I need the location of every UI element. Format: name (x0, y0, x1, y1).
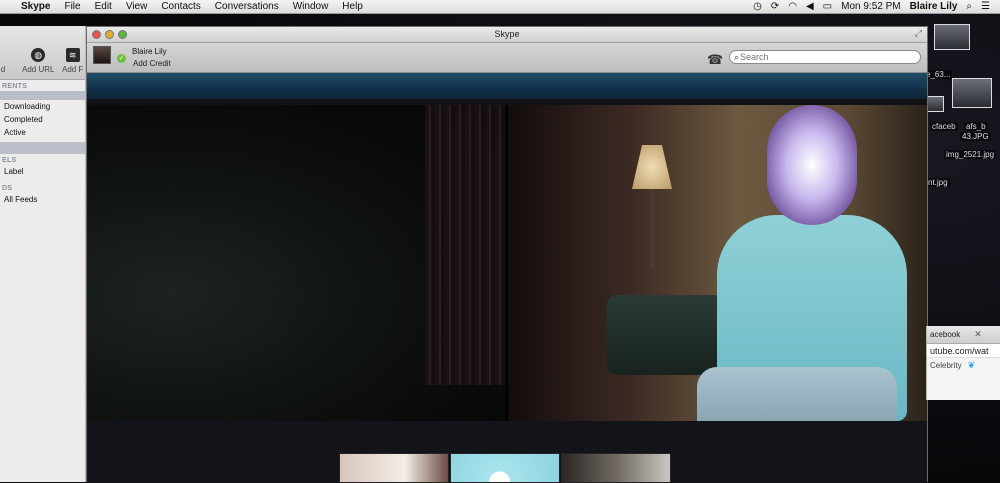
sidebar-item-inactive[interactable] (0, 142, 85, 154)
add-credit-link[interactable]: Add Credit (133, 59, 171, 68)
volume-icon[interactable]: ◀ (806, 1, 814, 12)
search-input[interactable] (740, 52, 911, 62)
window-title: Skype (494, 29, 520, 39)
video-curtain (425, 105, 505, 385)
list-icon[interactable]: ☰ (981, 1, 990, 12)
menu-bar: Skype File Edit View Contacts Conversati… (0, 0, 1000, 14)
battery-icon[interactable]: ▭ (823, 1, 832, 12)
desktop-file-7[interactable]: 43.JPG (960, 132, 991, 141)
menu-contacts[interactable]: Contacts (154, 1, 207, 12)
file-thumbnail (926, 96, 944, 112)
search-icon: ⌕ (734, 51, 740, 62)
desktop-file-6[interactable]: afs_b (964, 122, 988, 131)
dial-pad-icon[interactable]: ☎ (707, 52, 723, 68)
menu-window[interactable]: Window (286, 1, 336, 12)
participant-thumbnail-2[interactable] (450, 453, 560, 483)
spotlight-icon[interactable]: ⌕ (966, 1, 972, 12)
online-status-icon[interactable]: ✓ (117, 54, 126, 63)
section-labels: ELS (2, 157, 17, 164)
bookmark-celebrity[interactable]: Celebrity (930, 361, 962, 370)
desktop-file-3[interactable] (952, 78, 992, 108)
sidebar-item-active[interactable]: Active (0, 126, 85, 139)
skype-titlebar[interactable]: Skype ⤢ (87, 27, 927, 43)
section-feeds: DS (2, 185, 13, 192)
video-lamp-stand (650, 189, 654, 269)
menu-help[interactable]: Help (335, 1, 370, 12)
add-url-label: Add URL (22, 65, 55, 74)
video-divider (506, 105, 508, 421)
add-torrent-label: d (0, 65, 6, 74)
video-person-head (767, 105, 857, 225)
participant-thumbnail-3[interactable] (561, 453, 671, 483)
call-header-bar (87, 73, 927, 99)
sidebar-item-all-feeds[interactable]: All Feeds (0, 193, 85, 206)
participant-strip (87, 421, 927, 483)
menu-extras: ◷ ⟳ ◠ ◀ ▭ Mon 9:52 PM Blaire Lily ⌕ ☰ (753, 1, 1000, 12)
menu-app-skype[interactable]: Skype (14, 1, 57, 12)
sidebar-item-all[interactable] (0, 91, 85, 100)
close-tab-icon[interactable]: ✕ (974, 329, 982, 340)
wifi-icon[interactable]: ◠ (788, 1, 797, 12)
torrent-window: d ◍ Add URL ≋ Add F RENTS Downloading Co… (0, 26, 86, 482)
skype-window: Skype ⤢ ✓ Blaire Lily Add Credit ☎ ⌕ (86, 26, 928, 483)
menu-edit[interactable]: Edit (88, 1, 119, 12)
browser-tab[interactable]: acebook ✕ (927, 326, 1000, 344)
add-torrent-button[interactable]: d (0, 48, 10, 74)
file-thumbnail (952, 78, 992, 108)
sidebar-item-downloading[interactable]: Downloading (0, 100, 85, 113)
file-label: afs_b (964, 122, 988, 131)
sidebar-item-label[interactable]: Label (0, 165, 85, 178)
sidebar-item-completed[interactable]: Completed (0, 113, 85, 126)
torrent-toolbar: d ◍ Add URL ≋ Add F (0, 26, 85, 80)
menu-file[interactable]: File (57, 1, 87, 12)
desktop-file-2[interactable]: e_63... (924, 70, 953, 79)
rss-icon: ≋ (65, 48, 80, 62)
participant-thumbnail-1[interactable] (339, 453, 449, 483)
video-call-area[interactable] (87, 105, 927, 421)
menu-conversations[interactable]: Conversations (208, 1, 286, 12)
desktop-file-8[interactable]: img_2521.jpg (944, 150, 997, 159)
menubar-user-name[interactable]: Blaire Lily (910, 1, 958, 12)
desktop-file-4[interactable] (926, 96, 944, 112)
file-thumbnail (934, 24, 970, 50)
bookmark-row[interactable]: Celebrity ❦ (927, 358, 1000, 372)
browser-window: acebook ✕ utube.com/wat Celebrity ❦ (926, 326, 1000, 400)
add-feed-button[interactable]: ≋ Add F (62, 48, 83, 74)
desktop-file-9[interactable]: nt.jpg (926, 178, 950, 187)
avatar[interactable] (93, 46, 111, 64)
desktop-file-5[interactable]: cfaceb (930, 122, 958, 131)
file-label: img_2521.jpg (944, 150, 997, 159)
file-label: e_63... (924, 70, 953, 79)
file-label: cfaceb (930, 122, 958, 131)
search-box[interactable]: ⌕ (729, 50, 921, 64)
fullscreen-icon[interactable]: ⤢ (915, 28, 922, 39)
file-label: nt.jpg (926, 178, 950, 187)
file-label: 43.JPG (960, 132, 991, 141)
user-name[interactable]: Blaire Lily (132, 47, 167, 56)
sync-icon[interactable]: ⟳ (771, 1, 779, 12)
globe-icon: ◍ (31, 48, 46, 62)
browser-tab-title: acebook (930, 330, 961, 339)
clock[interactable]: Mon 9:52 PM (841, 1, 900, 12)
desktop-file-1[interactable] (934, 24, 970, 50)
address-bar[interactable]: utube.com/wat (927, 344, 1000, 358)
time-machine-icon[interactable]: ◷ (753, 1, 762, 12)
add-feed-label: Add F (62, 65, 84, 74)
section-torrents: RENTS (2, 83, 28, 90)
video-person-shorts (697, 367, 897, 421)
add-url-button[interactable]: ◍ Add URL (22, 48, 54, 74)
skype-user-bar: ✓ Blaire Lily Add Credit ☎ ⌕ (87, 43, 927, 73)
twitter-icon[interactable]: ❦ (968, 360, 976, 371)
menu-view[interactable]: View (119, 1, 155, 12)
